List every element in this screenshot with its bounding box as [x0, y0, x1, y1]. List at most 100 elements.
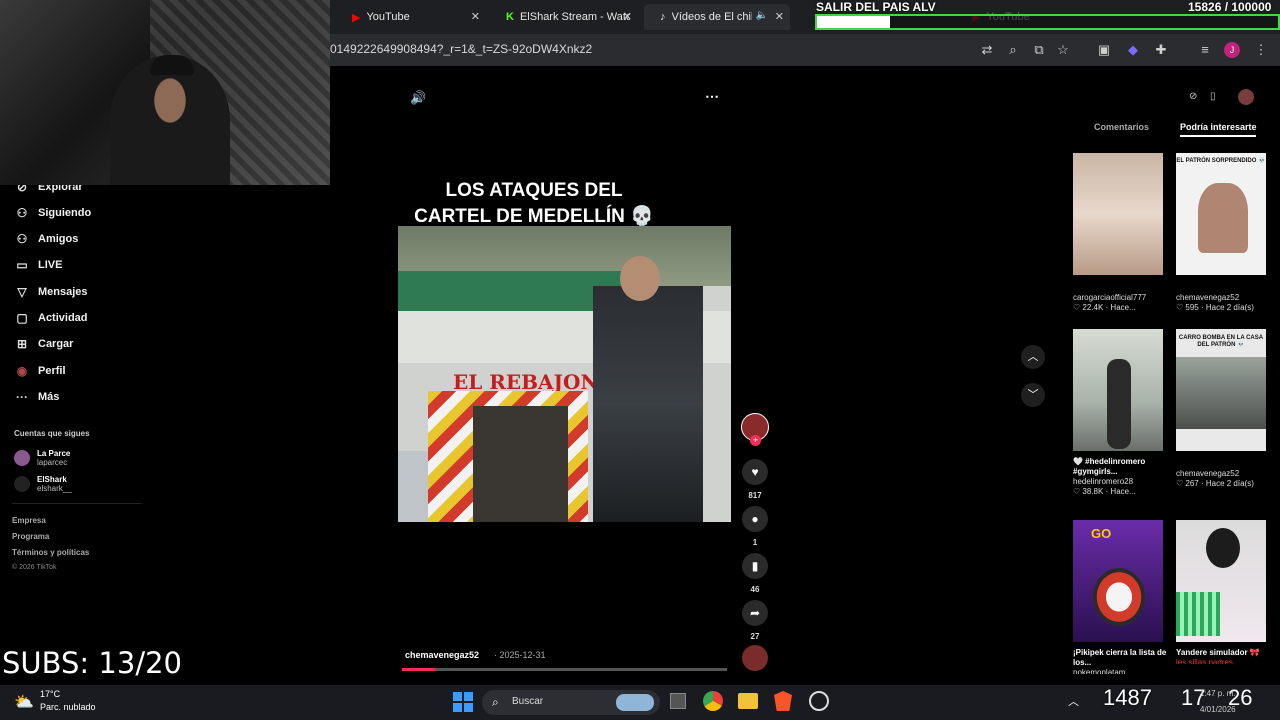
sidebar-item-siguiendo[interactable]: ⚇ Siguiendo [14, 206, 92, 220]
pikipek-figure [1093, 568, 1145, 626]
previous-video-button[interactable]: ︿ [1021, 345, 1045, 369]
comment-count: 1 [752, 538, 758, 547]
share-button[interactable]: ➦ [742, 600, 768, 626]
windows-taskbar: ⛅ 17°C Parc. nublado ⌕ Buscar ︿ 1487 17 … [0, 685, 1280, 720]
share-icon: ➦ [749, 606, 761, 620]
sidebar-item-ms[interactable]: ··· Más [14, 390, 59, 404]
extension-icon[interactable]: ▣ [1095, 41, 1113, 59]
recommendation-thumb-6[interactable] [1176, 520, 1266, 642]
weather-temp[interactable]: 17°C [40, 689, 60, 699]
translate-icon[interactable]: ⇄ [978, 41, 996, 59]
tab-tiktok[interactable]: ♪ Vídeos de El chili 🔈 ✕ [644, 4, 790, 30]
task-view-icon[interactable] [670, 693, 686, 709]
clock-date[interactable]: 4/01/2026 [1200, 705, 1236, 714]
comment-icon: ● [751, 512, 759, 526]
tab-comments[interactable]: Comentarios [1094, 122, 1149, 132]
install-icon[interactable]: ⧉ [1030, 41, 1048, 59]
thumb-car-scene [1176, 357, 1266, 429]
tab-kick-stream[interactable]: K ElShark Stream - Watch ✕ [490, 4, 638, 30]
like-button[interactable]: ♥ [742, 459, 768, 485]
pip-icon[interactable]: ⊘ [1189, 91, 1197, 102]
comment-button[interactable]: ● [742, 506, 768, 532]
sidebar-item-perfil[interactable]: ◉ Perfil [14, 364, 66, 378]
video-progress-fill [402, 668, 435, 671]
profile-avatar[interactable]: J [1224, 42, 1240, 58]
recommendation-thumb-2[interactable]: EL PATRÓN SORPRENDIDO 💀 [1176, 153, 1266, 275]
goal-progress-bar [815, 14, 1280, 30]
brave-icon[interactable] [774, 691, 792, 711]
thumb-face [1198, 183, 1248, 253]
more-options-icon[interactable]: ⋯ [705, 88, 719, 105]
thumb-caption-1: carogarciaofficial777 ♡ 22.4K · Hace... [1073, 293, 1147, 312]
following-item-laparce[interactable]: La Parce laparcec [14, 449, 134, 471]
speaker-icon[interactable]: 🔊 [410, 90, 426, 106]
sidebar-item-amigos[interactable]: ⚇ Amigos [14, 232, 79, 246]
live-icon: ▭ [16, 258, 28, 272]
tiktok-icon: ♪ [660, 11, 666, 23]
following-title: Cuentas que sigues [14, 429, 90, 438]
footer-link-terminos[interactable]: Términos y políticas [12, 548, 89, 557]
inbox-icon: ▢ [16, 311, 28, 325]
vpn-extension-icon[interactable]: ◆ [1124, 41, 1142, 59]
weather-desc[interactable]: Parc. nublado [40, 702, 96, 712]
url-field[interactable]: 0149222649908494?_r=1&_t=ZS-92oDW4Xnkz2 [330, 42, 592, 56]
store-interior [473, 406, 568, 522]
recommendation-thumb-3[interactable] [1073, 329, 1163, 451]
sidebar-item-live[interactable]: ▭ LIVE [14, 258, 62, 272]
chevron-down-icon: ﹀ [1027, 389, 1039, 401]
device-icon[interactable]: ▯ [1210, 91, 1216, 102]
search-highlight-image [616, 694, 654, 711]
following-item-elshark[interactable]: ElShark elshark__ [14, 475, 134, 497]
follow-plus-icon[interactable]: + [750, 435, 761, 446]
man-head [620, 256, 660, 301]
next-video-button[interactable]: ﹀ [1021, 383, 1045, 407]
taskbar-search-input[interactable]: ⌕ Buscar [482, 690, 660, 715]
copyright: © 2026 TikTok [12, 564, 57, 571]
clock-time[interactable]: 1:47 p. m. [1200, 689, 1236, 698]
tab-youtube-1[interactable]: ▶ YouTube ✕ [336, 4, 486, 30]
video-progress-bar[interactable] [402, 668, 727, 671]
user-avatar[interactable] [1238, 89, 1254, 105]
sidebar-item-cargar[interactable]: ⊞ Cargar [14, 337, 74, 351]
footer-link-empresa[interactable]: Empresa [12, 516, 46, 525]
sidebar-item-mensajes[interactable]: ▽ Mensajes [14, 285, 87, 299]
friends-icon: ⚇ [16, 232, 28, 246]
green-overlay-block [1176, 592, 1220, 636]
divider [12, 503, 142, 504]
close-tab-icon[interactable]: ✕ [775, 10, 784, 23]
pokemon-go-logo: GO [1091, 526, 1112, 541]
save-button[interactable]: ▮ [742, 553, 768, 579]
zoom-icon[interactable]: ⌕ [1004, 41, 1022, 59]
reading-list-icon[interactable]: ≡ [1196, 41, 1214, 59]
recommendation-thumb-1[interactable] [1073, 153, 1163, 275]
windows-start-icon[interactable] [453, 692, 473, 712]
video-frame[interactable]: EL REBAJON [398, 226, 731, 522]
tab-recommended[interactable]: Podría interesarte [1180, 122, 1257, 132]
video-caption: LOS ATAQUES DEL CARTEL DE MEDELLÍN 💀 [414, 180, 654, 227]
video-author[interactable]: chemavenegaz52 [405, 650, 479, 660]
bookmark-star-icon[interactable]: ☆ [1054, 41, 1072, 59]
close-tab-icon[interactable]: ✕ [471, 10, 480, 23]
recommendation-thumb-4[interactable]: CARRO BOMBA EN LA CASA DEL PATRÓN 💀 [1176, 329, 1266, 451]
sidebar-item-actividad[interactable]: ▢ Actividad [14, 311, 87, 325]
recommendation-thumb-5[interactable]: GO [1073, 520, 1163, 642]
weather-icon[interactable]: ⛅ [14, 692, 34, 712]
person-icon: ⚇ [16, 206, 28, 220]
puzzle-icon[interactable]: ✚ [1152, 41, 1170, 59]
avatar-icon: ◉ [16, 364, 28, 378]
footer-link-programa[interactable]: Programa [12, 532, 49, 541]
file-explorer-icon[interactable] [738, 693, 758, 709]
thumb-caption-5: ¡Pikipek cierra la lista de los... pokemo… [1073, 648, 1167, 674]
video-date: · 2025-12-31 [494, 650, 546, 660]
address-bar: 0149222649908494?_r=1&_t=ZS-92oDW4Xnkz2 … [330, 34, 1280, 66]
save-count: 46 [750, 585, 760, 594]
obs-icon[interactable] [809, 691, 829, 711]
send-icon: ▽ [17, 285, 27, 299]
music-disc-avatar[interactable] [742, 645, 768, 671]
chrome-icon[interactable] [703, 691, 723, 711]
close-tab-icon[interactable]: ✕ [623, 10, 632, 23]
menu-kebab-icon[interactable]: ⋮ [1252, 41, 1270, 59]
youtube-icon: ▶ [352, 11, 361, 24]
like-count: 817 [748, 491, 762, 500]
tray-chevron-icon[interactable]: ︿ [1068, 693, 1079, 709]
